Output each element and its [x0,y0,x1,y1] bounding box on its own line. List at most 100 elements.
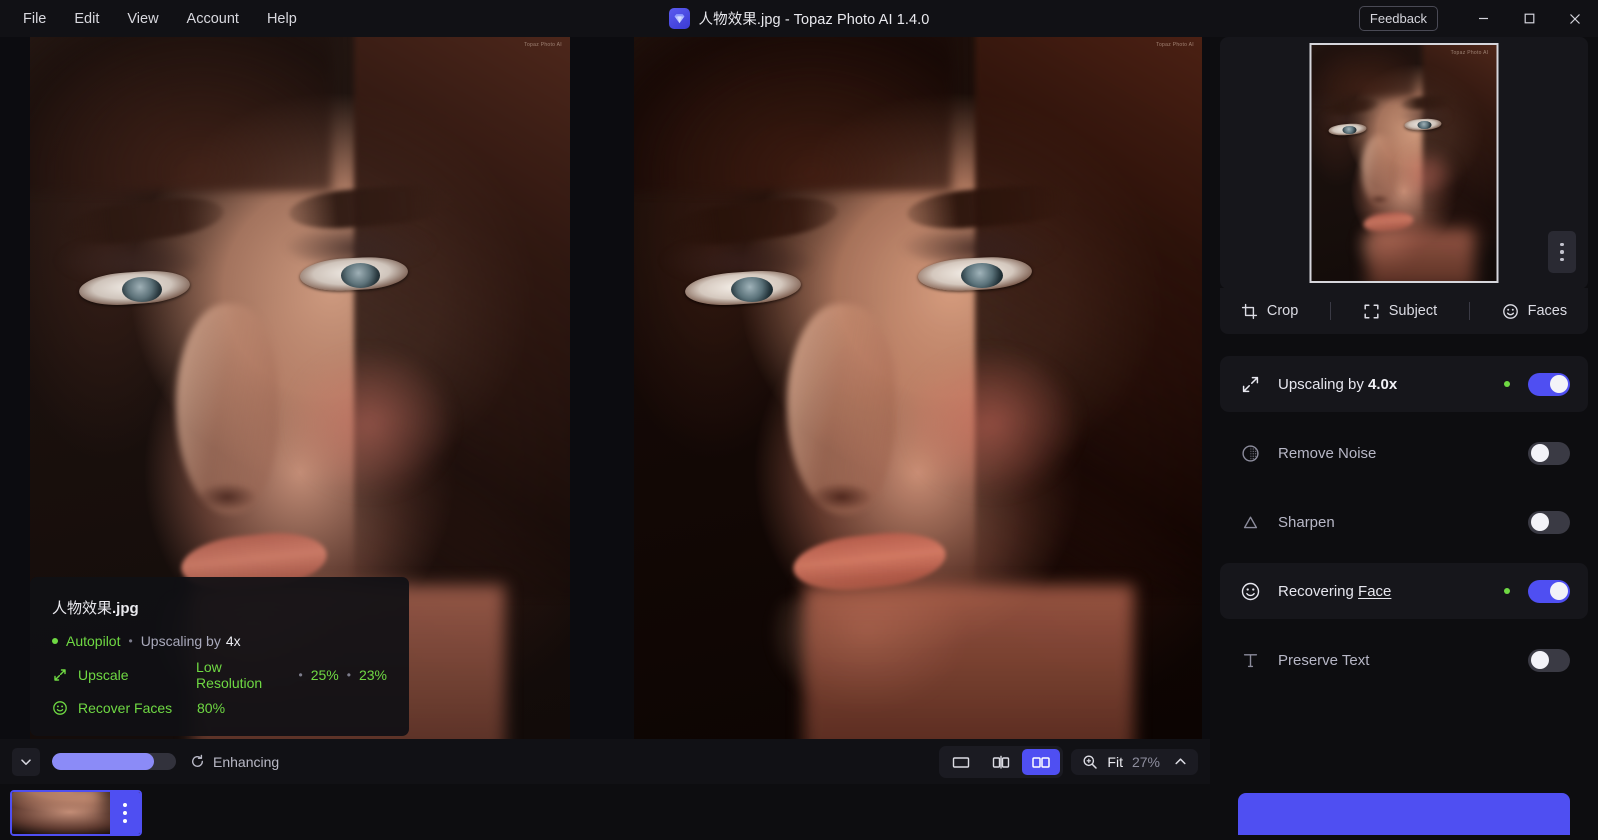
save-image-button[interactable] [1238,793,1570,835]
view-mode-split[interactable] [982,749,1020,775]
overlay-upscale-label-group: Upscale [52,667,196,683]
overlay-filename-base: 人物效果 [52,600,113,617]
navigator-panel: Topaz Photo AI [1220,37,1588,289]
faces-button[interactable]: Faces [1492,299,1578,324]
crop-label: Crop [1266,303,1299,319]
window-controls: Feedback [1358,0,1598,37]
status-dot-recovering-face [1504,588,1510,594]
processing-status-label: Enhancing [213,753,280,770]
setting-row-preserve-text[interactable]: Preserve Text [1220,632,1588,688]
feedback-button[interactable]: Feedback [1358,6,1438,31]
view-controls: Fit 27% [939,745,1198,778]
save-action-area [1210,793,1598,840]
magnifier-plus-icon[interactable] [1082,754,1098,770]
setting-label-value: 4.0x [1368,375,1398,393]
tool-button-row: Crop Subject Faces [1220,288,1588,334]
processing-progress-bar[interactable] [52,753,176,770]
navigator-preview[interactable]: Topaz Photo AI [1309,43,1499,283]
overlay-filename: 人物效果.jpg [52,597,387,618]
tool-divider [1468,302,1470,320]
subject-label: Subject [1388,303,1438,319]
separator-dot: • [128,634,133,648]
menu-item-view[interactable]: View [114,5,171,33]
menu-item-file[interactable]: File [10,5,59,33]
separator-dot: • [298,668,303,682]
autopilot-status-dot [52,638,58,644]
crop-icon [1241,303,1258,320]
navigator-options-button[interactable] [1548,231,1576,273]
topaz-gem-icon [668,8,690,29]
zoom-control-group[interactable]: Fit 27% [1071,748,1198,775]
setting-label-preserve-text: Preserve Text [1278,651,1370,669]
setting-row-sharpen[interactable]: Sharpen [1220,494,1588,550]
collapse-filmstrip-button[interactable] [12,747,40,776]
image-watermark: Topaz Photo AI [1156,42,1194,48]
overlay-upscale-row: Upscale Low Resolution • 25% • 23% [52,659,387,691]
enhanced-image-pane[interactable]: Topaz Photo AI [634,37,1202,739]
upscale-arrow-icon [52,667,68,683]
view-mode-single[interactable] [942,749,980,775]
window-title: 人物效果.jpg - Topaz Photo AI 1.4.0 [698,12,930,28]
overlay-upscaling-value: 4x [225,633,241,649]
progress-fill [52,753,154,770]
subject-button[interactable]: Subject [1353,299,1447,324]
close-icon[interactable] [1552,0,1598,37]
navigator-portrait-image: Topaz Photo AI [1311,45,1497,281]
zoom-fit-label[interactable]: Fit [1107,754,1123,770]
setting-row-recovering-face[interactable]: Recovering Face [1220,563,1588,619]
status-dot-upscaling [1504,381,1510,387]
menu-item-account[interactable]: Account [174,5,252,33]
overlay-upscale-values: Low Resolution • 25% • 23% [196,659,387,691]
overlay-recover-faces-value: 80% [197,700,226,716]
view-mode-side-by-side[interactable] [1022,748,1061,775]
minimize-icon[interactable] [1460,0,1506,37]
filmstrip [0,784,1210,840]
menu-item-edit[interactable]: Edit [61,5,112,33]
toggle-upscaling[interactable] [1528,372,1570,396]
image-info-overlay: 人物效果.jpg Autopilot • Upscaling by 4x Ups… [30,577,409,736]
setting-row-upscaling[interactable]: Upscaling by 4.0x [1220,356,1588,412]
autopilot-label: Autopilot [66,633,121,649]
vertical-dots-icon[interactable] [110,792,140,834]
setting-label-upscaling: Upscaling by 4.0x [1278,376,1504,393]
setting-label-remove-noise: Remove Noise [1278,444,1377,462]
view-mode-group [939,745,1064,778]
text-t-icon [1238,650,1262,671]
overlay-filename-ext: .jpg [112,600,139,617]
sharpen-triangle-icon [1238,512,1262,533]
smiley-face-icon [52,700,68,716]
setting-label-link[interactable]: Face [1358,583,1391,600]
toggle-preserve-text[interactable] [1528,648,1570,672]
bottom-toolbar: Enhancing Fit 27% [0,739,1210,784]
overlay-autopilot-row: Autopilot • Upscaling by 4x [52,633,387,649]
faces-label: Faces [1527,303,1568,319]
toggle-recovering-face[interactable] [1528,579,1570,603]
processing-status: Enhancing [190,754,279,770]
maximize-icon[interactable] [1506,0,1552,37]
image-watermark: Topaz Photo AI [1450,50,1489,56]
toggle-sharpen[interactable] [1528,510,1570,534]
separator-dot: • [346,668,351,682]
overlay-upscale-quality: Low Resolution [196,659,263,691]
setting-label-text: Upscaling by [1278,375,1369,393]
refresh-spinner-icon [190,754,205,769]
crop-button[interactable]: Crop [1231,299,1308,324]
image-canvas[interactable]: Topaz Photo AI Topaz Photo AI 人物效果.jpg A… [0,37,1210,739]
filmstrip-thumbnail[interactable] [10,790,142,836]
overlay-recover-faces-row: Recover Faces 80% [52,700,387,716]
overlay-recover-faces-label-group: Recover Faces [52,700,197,716]
smiley-face-icon [1238,581,1262,602]
chevron-up-icon[interactable] [1173,754,1188,769]
overlay-upscale-metric-2: 23% [358,667,387,683]
setting-label-recovering-face: Recovering Face [1278,583,1504,600]
setting-label-text: Recovering [1278,582,1359,600]
upscale-arrow-icon [1238,374,1262,395]
enhancement-settings-list: Upscaling by 4.0x Remove Noise Sharpen R… [1210,356,1598,688]
zoom-percent-value[interactable]: 27% [1132,754,1160,770]
overlay-recover-faces-label: Recover Faces [78,700,173,716]
toggle-remove-noise[interactable] [1528,441,1570,465]
setting-row-remove-noise[interactable]: Remove Noise [1220,425,1588,481]
tool-divider [1330,302,1332,320]
menu-item-help[interactable]: Help [254,5,310,33]
menu-bar: File Edit View Account Help [0,5,310,33]
